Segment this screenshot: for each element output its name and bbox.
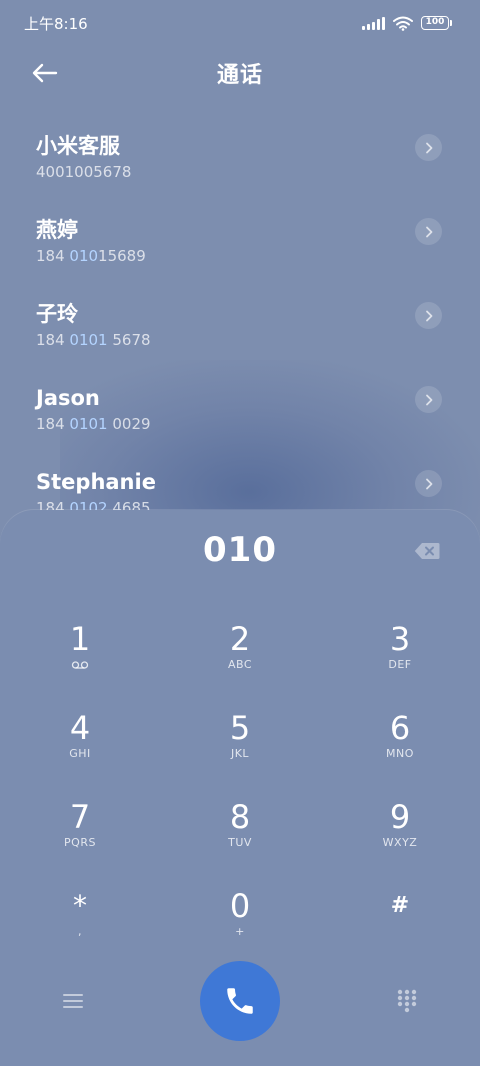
signal-icon xyxy=(362,16,385,30)
key-digit: * xyxy=(73,889,87,922)
status-icons: 100 xyxy=(362,16,452,31)
key-digit: 7 xyxy=(69,798,91,836)
dial-key-4[interactable]: 4 GHI xyxy=(20,709,140,779)
status-bar: 上午8:16 100 xyxy=(0,0,480,46)
key-letters: JKL xyxy=(230,747,250,760)
dial-key-9[interactable]: 9 WXYZ xyxy=(340,798,460,868)
key-digit: 0 xyxy=(229,887,251,925)
dial-key-6[interactable]: 6 MNO xyxy=(340,709,460,779)
contact-name: 燕婷 xyxy=(36,218,78,242)
key-letters: PQRS xyxy=(64,836,96,849)
key-digit: # xyxy=(390,893,410,918)
contact-detail-button[interactable] xyxy=(415,218,442,245)
backspace-button[interactable] xyxy=(414,542,440,562)
header: 通话 xyxy=(0,48,480,98)
key-digit: 9 xyxy=(389,798,411,836)
dial-key-star[interactable]: * , xyxy=(20,887,140,957)
contact-row[interactable]: 燕婷 184 01015689 xyxy=(0,204,480,288)
battery-icon: 100 xyxy=(421,16,452,30)
back-button[interactable] xyxy=(30,59,60,87)
contact-detail-button[interactable] xyxy=(415,134,442,161)
dial-key-1[interactable]: 1 xyxy=(20,620,140,690)
dial-key-0[interactable]: 0 + xyxy=(180,887,300,957)
call-button[interactable] xyxy=(200,961,280,1041)
dial-key-8[interactable]: 8 TUV xyxy=(180,798,300,868)
key-digit: 4 xyxy=(69,709,91,747)
key-letters: GHI xyxy=(69,747,91,760)
key-letters: ABC xyxy=(227,658,253,671)
dial-key-3[interactable]: 3 DEF xyxy=(340,620,460,690)
chevron-right-icon xyxy=(425,394,432,405)
key-digit: 2 xyxy=(229,620,251,658)
key-letters: WXYZ xyxy=(382,836,418,849)
page-title: 通话 xyxy=(216,63,263,88)
chevron-right-icon xyxy=(425,142,432,153)
dial-key-5[interactable]: 5 JKL xyxy=(180,709,300,779)
contact-number: 184 0101 5678 xyxy=(36,331,151,349)
status-time: 上午8:16 xyxy=(24,14,88,33)
wifi-icon xyxy=(393,16,413,31)
contact-name: 子玲 xyxy=(36,302,78,326)
back-arrow-icon xyxy=(32,63,58,83)
dialed-number: 010 xyxy=(203,530,277,570)
dial-key-hash[interactable]: # xyxy=(340,887,460,957)
contact-detail-button[interactable] xyxy=(415,302,442,329)
chevron-right-icon xyxy=(425,478,432,489)
chevron-right-icon xyxy=(425,310,432,321)
phone-icon xyxy=(227,988,253,1014)
contact-number: 184 01015689 xyxy=(36,247,146,265)
key-digit: 3 xyxy=(389,620,411,658)
contact-number: 184 0101 0029 xyxy=(36,415,151,433)
menu-icon xyxy=(63,994,83,1008)
contact-name: 小米客服 xyxy=(36,134,120,158)
contact-row[interactable]: 小米客服 4001005678 xyxy=(0,120,480,204)
contact-row[interactable]: Jason 184 0101 0029 xyxy=(0,372,480,456)
contact-number: 4001005678 xyxy=(36,163,132,181)
contact-name: Jason xyxy=(36,386,100,410)
contact-name: Stephanie xyxy=(36,470,156,494)
key-digit: 5 xyxy=(229,709,251,747)
keypad-toggle-button[interactable] xyxy=(392,986,422,1016)
dial-key-7[interactable]: 7 PQRS xyxy=(20,798,140,868)
contact-detail-button[interactable] xyxy=(415,470,442,497)
menu-button[interactable] xyxy=(58,986,88,1016)
contact-detail-button[interactable] xyxy=(415,386,442,413)
battery-level: 100 xyxy=(421,16,449,30)
key-digit: 8 xyxy=(229,798,251,836)
key-letters: MNO xyxy=(386,747,414,760)
key-letters: + xyxy=(235,925,245,938)
keypad-icon xyxy=(397,989,417,1013)
key-digit: 1 xyxy=(69,620,91,658)
backspace-icon xyxy=(414,543,440,559)
contact-row[interactable]: 子玲 184 0101 5678 xyxy=(0,288,480,372)
key-letters: TUV xyxy=(228,836,252,849)
voicemail-icon xyxy=(71,661,89,669)
key-letters: DEF xyxy=(388,658,412,671)
key-letters: , xyxy=(78,925,82,938)
dial-key-2[interactable]: 2 ABC xyxy=(180,620,300,690)
bottom-action-bar xyxy=(0,950,480,1050)
contact-suggestions-list: 小米客服 4001005678 燕婷 184 01015689 子玲 184 0… xyxy=(0,120,480,540)
key-digit: 6 xyxy=(389,709,411,747)
chevron-right-icon xyxy=(425,226,432,237)
